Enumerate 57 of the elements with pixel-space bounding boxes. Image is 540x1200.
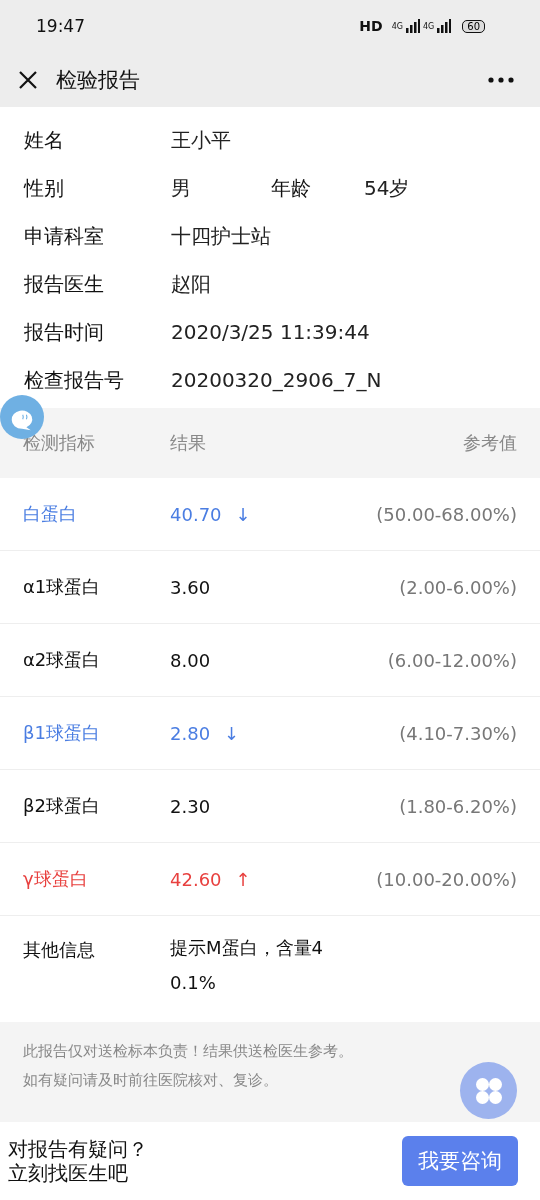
reference-range: (2.00-6.00%) xyxy=(399,576,517,598)
field-label: 检查报告号 xyxy=(24,366,125,394)
test-result: 3.60 xyxy=(170,576,211,598)
signal-icon xyxy=(437,19,452,33)
disclaimer-text: 如有疑问请及时前往医院核对、复诊。 xyxy=(23,1071,279,1090)
test-name: β2球蛋白 xyxy=(23,794,101,818)
battery-icon: 60 xyxy=(462,19,485,33)
clock-time: 19:47 xyxy=(36,16,85,36)
test-result: 2.80 xyxy=(170,722,211,744)
column-header: 结果 xyxy=(170,431,207,455)
field-value: 20200320_2906_7_N xyxy=(171,368,382,392)
reference-range: (4.10-7.30%) xyxy=(399,722,517,744)
field-label: 其他信息 xyxy=(23,938,96,962)
disclaimer-text: 此报告仅对送检标本负责！结果供送检医生参考。 xyxy=(23,1042,354,1061)
test-name: α1球蛋白 xyxy=(23,575,102,599)
field-label: 性别 xyxy=(24,174,65,202)
more-button[interactable] xyxy=(486,74,516,85)
trend-arrow: ↓ xyxy=(224,722,241,744)
test-result: 42.60 xyxy=(170,868,222,890)
close-icon xyxy=(18,69,38,90)
field-label: 报告医生 xyxy=(24,270,105,298)
hd-label: HD xyxy=(359,18,383,34)
clover-icon xyxy=(474,1076,503,1105)
signal-icon xyxy=(405,19,420,33)
field-label: 报告时间 xyxy=(24,318,105,346)
reference-range: (1.80-6.20%) xyxy=(399,795,517,817)
test-name: β1球蛋白 xyxy=(23,721,101,745)
test-name: 白蛋白 xyxy=(23,502,78,526)
field-label: 申请科室 xyxy=(24,222,105,250)
network-label: 4G xyxy=(391,22,403,31)
field-value: 2020/3/25 11:39:44 xyxy=(171,320,370,344)
field-value: 赵阳 xyxy=(171,270,211,298)
field-value: 提示M蛋白，含量40.1% xyxy=(170,936,324,995)
page-title: 检验报告 xyxy=(56,66,141,94)
test-result: 2.30 xyxy=(170,795,211,817)
network-label: 4G xyxy=(422,22,435,31)
reference-range: (10.00-20.00%) xyxy=(376,868,517,890)
reference-range: (50.00-68.00%) xyxy=(376,503,517,525)
more-icon xyxy=(488,76,514,83)
trend-arrow: ↓ xyxy=(235,503,252,525)
test-name: γ球蛋白 xyxy=(23,867,89,891)
prompt-text: 对报告有疑问？ xyxy=(8,1137,148,1161)
column-header: 检测指标 xyxy=(23,431,96,455)
test-name: α2球蛋白 xyxy=(23,648,102,672)
prompt-text: 立刻找医生吧 xyxy=(8,1161,129,1185)
trend-arrow: ↑ xyxy=(235,868,252,890)
field-value: 54岁 xyxy=(364,174,410,202)
consult-button[interactable]: 我要咨询 xyxy=(402,1136,518,1186)
reference-range: (6.00-12.00%) xyxy=(387,649,517,671)
field-value: 王小平 xyxy=(171,126,231,154)
field-value: 十四护士站 xyxy=(171,222,271,250)
field-label: 年龄 xyxy=(271,174,312,202)
column-header: 参考值 xyxy=(463,431,517,455)
test-result: 8.00 xyxy=(170,649,211,671)
test-result: 40.70 xyxy=(170,503,222,525)
field-label: 姓名 xyxy=(24,126,65,154)
field-value: 男 xyxy=(171,174,191,202)
